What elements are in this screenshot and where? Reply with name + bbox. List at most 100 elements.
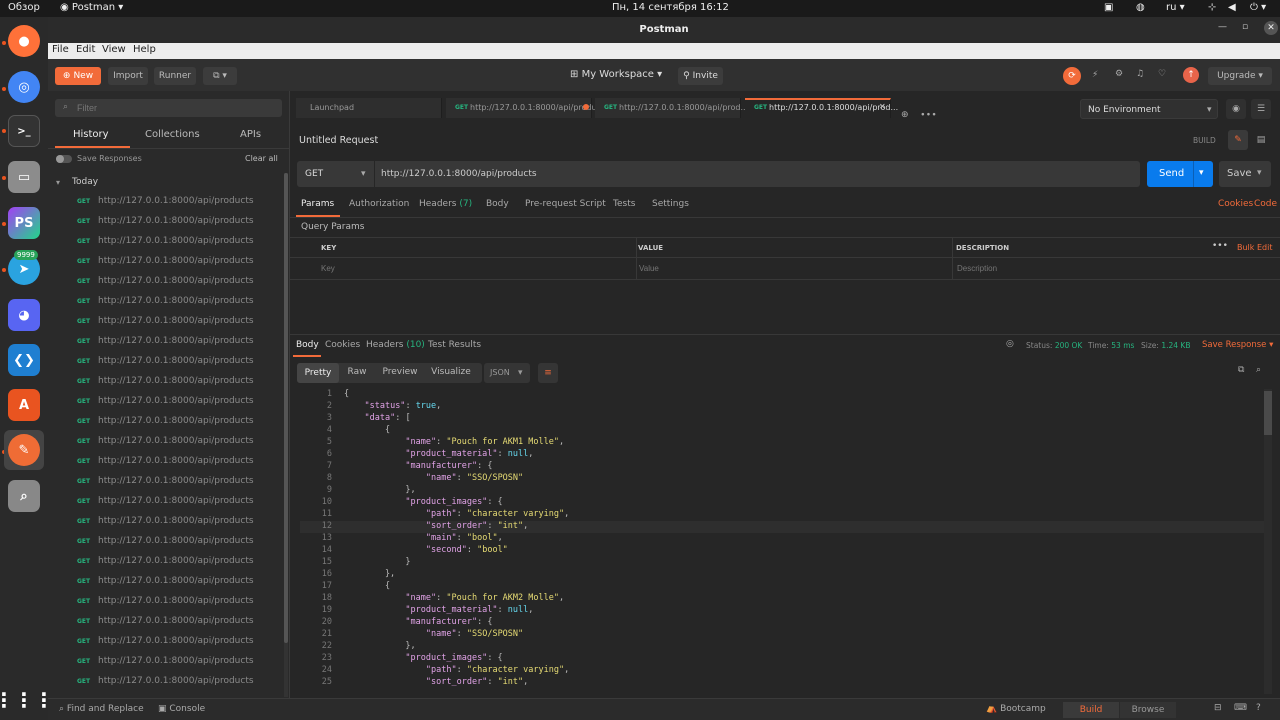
more-options-icon[interactable]: ••• [1212,241,1228,251]
menu-file[interactable]: File [52,44,69,55]
description-input[interactable] [957,262,1257,274]
history-item[interactable]: GET http://127.0.0.1:8000/api/products [48,472,284,492]
cookies-link[interactable]: Cookies [1218,199,1253,209]
files-icon[interactable]: ▭ [8,161,40,193]
build-mode-button[interactable]: Build [1063,702,1119,718]
response-body-editor[interactable]: 1 {2 "status": true, 3 "data": [4 {5 "name… [300,389,1265,694]
tab-apis[interactable]: APIs [240,129,261,140]
power-icon[interactable]: ⏻ ▾ [1250,2,1266,13]
magnifier-icon[interactable]: ⌕ [8,480,40,512]
workspace-switcher[interactable]: ⊞ My Workspace ▾ [570,69,662,80]
import-button[interactable]: Import [108,67,148,85]
history-item[interactable]: GET http://127.0.0.1:8000/api/products [48,192,284,212]
history-item[interactable]: GET http://127.0.0.1:8000/api/products [48,632,284,652]
subtab-headers[interactable]: Headers (7) [419,199,472,209]
save-button[interactable]: Save ▾ [1219,161,1271,187]
edit-icon[interactable]: ✎ [1228,130,1248,150]
value-input[interactable] [639,262,939,274]
globe-icon[interactable]: ◎ [1006,339,1014,349]
history-item[interactable]: GET http://127.0.0.1:8000/api/products [48,532,284,552]
history-item[interactable]: GET http://127.0.0.1:8000/api/products [48,492,284,512]
upgrade-button[interactable]: Upgrade ▾ [1208,67,1272,85]
view-preview[interactable]: Preview [380,367,420,377]
history-item[interactable]: GET http://127.0.0.1:8000/api/products [48,272,284,292]
history-item[interactable]: GET http://127.0.0.1:8000/api/products [48,392,284,412]
find-replace-button[interactable]: ⌕ Find and Replace [59,704,144,714]
notifications-icon[interactable]: ♫ [1136,69,1144,79]
app-menu[interactable]: ◉ Postman ▾ [60,2,123,13]
history-item[interactable]: GET http://127.0.0.1:8000/api/products [48,252,284,272]
layout-icon[interactable]: ⊟ [1214,703,1222,713]
history-item[interactable]: GET http://127.0.0.1:8000/api/products [48,452,284,472]
close-tab-icon[interactable]: ✕ [879,102,886,111]
postman-icon[interactable]: ✎ [8,434,40,466]
subtab-settings[interactable]: Settings [652,199,689,209]
code-link[interactable]: Code [1254,199,1277,209]
copy-icon[interactable]: ⧉ [1238,365,1244,375]
history-item[interactable]: GET http://127.0.0.1:8000/api/products [48,672,284,692]
add-tab-icon[interactable]: ⊕ [901,110,909,120]
environment-select[interactable]: No Environment ▾ [1080,99,1218,119]
satellite-icon[interactable]: ⚡ [1092,70,1098,80]
chevron-down-icon[interactable]: ▾ [1199,168,1204,178]
method-select[interactable]: GET ▾ [297,161,374,187]
history-item[interactable]: GET http://127.0.0.1:8000/api/products [48,652,284,672]
discord-tray-icon[interactable]: ▣ [1104,2,1113,13]
phpstorm-icon[interactable]: PS [8,207,40,239]
eye-icon[interactable]: ◉ [1226,99,1246,119]
history-item[interactable]: GET http://127.0.0.1:8000/api/products [48,332,284,352]
tab-request-1[interactable]: GET http://127.0.0.1:8000/api/produ... [446,98,604,118]
new-button[interactable]: ⊕ New [55,67,101,85]
keyboard-icon[interactable]: ⌨ [1234,703,1247,713]
resp-tab-cookies[interactable]: Cookies [325,340,360,350]
invite-button[interactable]: ⚲ Invite [678,67,723,85]
tray-app-icon[interactable]: ◍ [1136,2,1145,13]
history-item[interactable]: GET http://127.0.0.1:8000/api/products [48,212,284,232]
tab-request-3-active[interactable]: GET http://127.0.0.1:8000/api/prod... ✕ [745,98,898,118]
history-item[interactable]: GET http://127.0.0.1:8000/api/products [48,372,284,392]
bootcamp-button[interactable]: ⛺ Bootcamp [986,704,1046,714]
filter-box[interactable]: ⌕ [55,99,282,117]
tab-launchpad[interactable]: Launchpad [296,98,442,118]
close-icon[interactable]: ✕ [1264,21,1278,35]
history-item[interactable]: GET http://127.0.0.1:8000/api/products [48,432,284,452]
heart-icon[interactable]: ♡ [1158,69,1166,79]
save-response-button[interactable]: Save Response ▾ [1202,340,1273,350]
menu-edit[interactable]: Edit [76,44,95,55]
language-indicator[interactable]: ru ▾ [1166,2,1185,13]
url-input[interactable]: http://127.0.0.1:8000/api/products [375,161,1140,187]
terminal-icon[interactable]: >_ [8,115,40,147]
more-tabs-icon[interactable]: ∙∙∙ [920,110,937,120]
format-select[interactable]: JSON ▾ [484,363,530,383]
volume-icon[interactable]: ◀ [1228,2,1236,13]
sidebar-scrollbar[interactable] [284,173,288,697]
firefox-icon[interactable]: ● [8,25,40,57]
history-item[interactable]: GET http://127.0.0.1:8000/api/products [48,512,284,532]
resp-tab-test-results[interactable]: Test Results [428,340,481,350]
minimize-icon[interactable]: — [1218,22,1227,32]
clock[interactable]: Пн, 14 сентября 16:12 [612,2,729,13]
subtab-params[interactable]: Params [301,199,334,209]
view-visualize[interactable]: Visualize [428,367,474,377]
history-item[interactable]: GET http://127.0.0.1:8000/api/products [48,352,284,372]
tab-request-2[interactable]: GET http://127.0.0.1:8000/api/prod... [595,98,748,118]
editor-scrollbar[interactable] [1264,389,1272,694]
key-input[interactable] [321,262,621,274]
vscode-icon[interactable]: ❮❯ [8,344,40,376]
history-item[interactable]: GET http://127.0.0.1:8000/api/products [48,612,284,632]
history-item[interactable]: GET http://127.0.0.1:8000/api/products [48,592,284,612]
comments-icon[interactable]: ▤ [1251,130,1271,150]
clear-all-button[interactable]: Clear all [245,154,278,163]
send-button[interactable]: Send ▾ [1147,161,1213,187]
request-title[interactable]: Untitled Request [299,135,378,146]
subtab-authorization[interactable]: Authorization [349,199,409,209]
save-responses-toggle[interactable] [56,155,72,163]
filter-input[interactable] [77,101,277,115]
settings-icon[interactable]: ⚙ [1115,69,1123,79]
history-item[interactable]: GET http://127.0.0.1:8000/api/products [48,552,284,572]
software-center-icon[interactable]: A [8,389,40,421]
history-item[interactable]: GET http://127.0.0.1:8000/api/products [48,572,284,592]
subtab-prerequest[interactable]: Pre-request Script [525,199,606,209]
sync-icon[interactable]: ⟳ [1063,67,1081,85]
chevron-down-icon[interactable]: ▾ [56,178,60,187]
